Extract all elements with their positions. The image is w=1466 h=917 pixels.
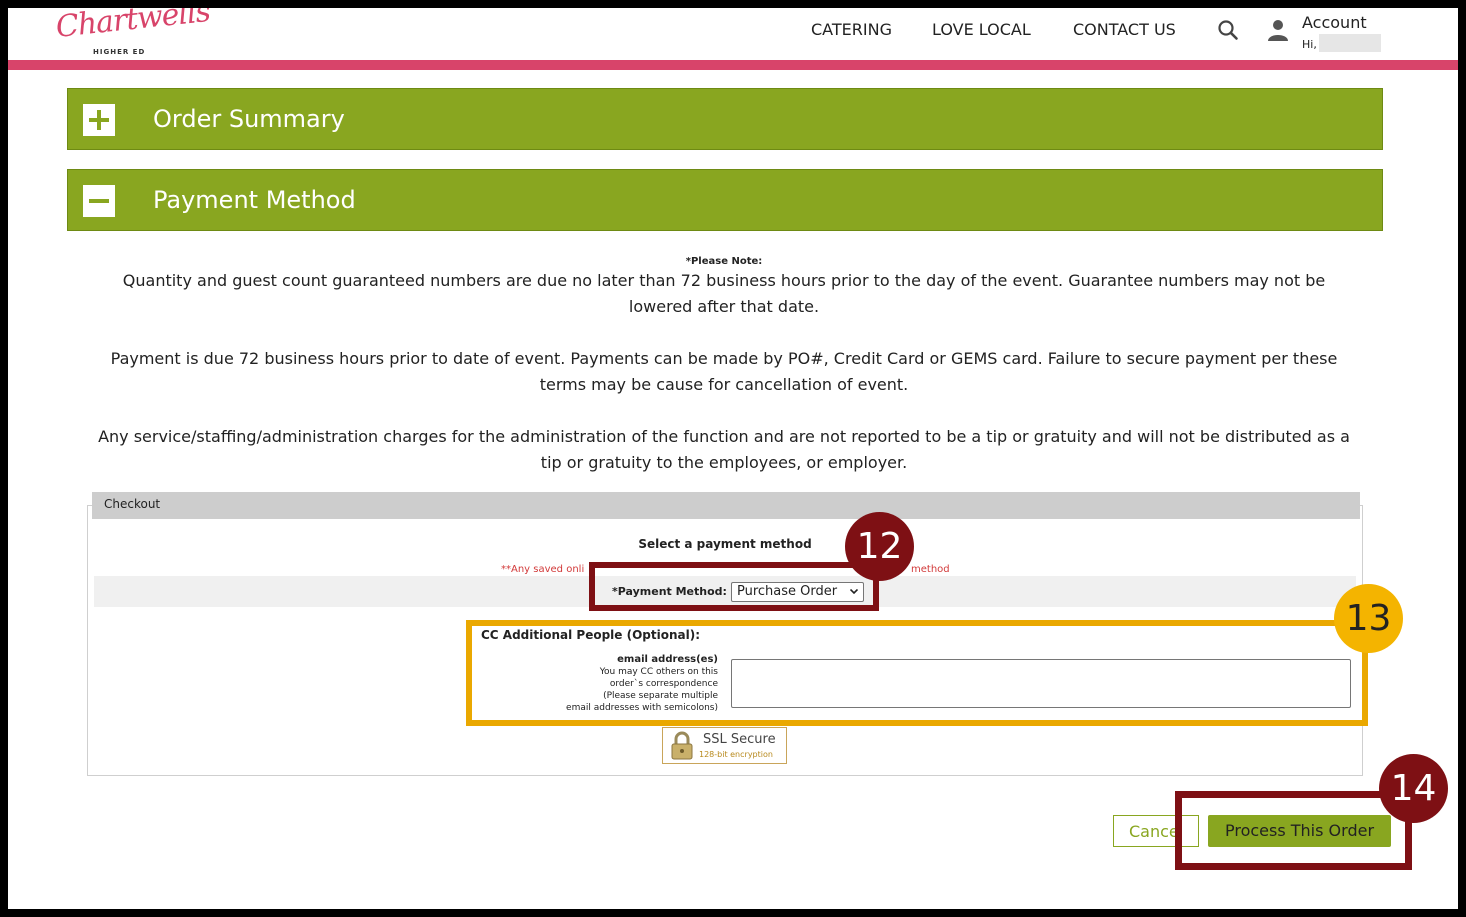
saved-payment-note-end: method bbox=[911, 564, 950, 575]
account-link[interactable]: Account bbox=[1302, 13, 1367, 32]
nav-catering[interactable]: CATERING bbox=[811, 20, 892, 39]
header-accent-bar bbox=[8, 60, 1458, 70]
ssl-title: SSL Secure bbox=[703, 732, 776, 747]
greeting-text: Hi, bbox=[1302, 38, 1317, 51]
expand-icon bbox=[83, 104, 115, 136]
note-guarantee: Quantity and guest count guaranteed numb… bbox=[122, 271, 1326, 316]
callout-13-highlight bbox=[466, 620, 1368, 726]
saved-payment-note: **Any saved onli bbox=[501, 564, 585, 575]
callout-badge-12: 12 bbox=[845, 512, 914, 581]
collapse-icon bbox=[83, 185, 115, 217]
cancel-button-label: Cance bbox=[1129, 822, 1179, 841]
callout-badge-13: 13 bbox=[1334, 584, 1403, 653]
nav-love-local[interactable]: LOVE LOCAL bbox=[932, 20, 1031, 39]
logo-wordmark: Chartwells bbox=[54, 8, 212, 45]
site-header: Chartwells HIGHER ED CATERING LOVE LOCAL… bbox=[8, 8, 1458, 60]
lock-icon bbox=[671, 731, 693, 760]
select-payment-heading: Select a payment method bbox=[638, 537, 812, 551]
note-payment-due: Payment is due 72 business hours prior t… bbox=[110, 349, 1338, 394]
search-icon[interactable] bbox=[1217, 19, 1239, 41]
logo-subtitle: HIGHER ED bbox=[93, 48, 146, 56]
order-summary-panel[interactable]: Order Summary bbox=[67, 88, 1383, 150]
callout-14-highlight bbox=[1175, 791, 1412, 870]
chartwells-logo[interactable]: Chartwells HIGHER ED bbox=[54, 8, 211, 58]
redacted-username bbox=[1319, 34, 1381, 52]
page: Chartwells HIGHER ED CATERING LOVE LOCAL… bbox=[8, 8, 1458, 909]
payment-method-panel[interactable]: Payment Method bbox=[67, 169, 1383, 231]
note-heading: *Please Note: bbox=[685, 256, 763, 267]
checkout-header: Checkout bbox=[92, 492, 1360, 519]
payment-method-title: Payment Method bbox=[153, 186, 356, 214]
callout-badge-14: 14 bbox=[1379, 754, 1448, 823]
callout-12-highlight bbox=[589, 562, 879, 611]
note-service-charges: Any service/staffing/administration char… bbox=[98, 427, 1350, 472]
ssl-subtitle: 128-bit encryption bbox=[699, 750, 773, 759]
ssl-secure-badge: SSL Secure 128-bit encryption bbox=[662, 727, 787, 764]
checkout-title: Checkout bbox=[104, 497, 161, 511]
nav-contact-us[interactable]: CONTACT US bbox=[1073, 20, 1176, 39]
order-summary-title: Order Summary bbox=[153, 105, 345, 133]
user-icon[interactable] bbox=[1267, 19, 1289, 41]
